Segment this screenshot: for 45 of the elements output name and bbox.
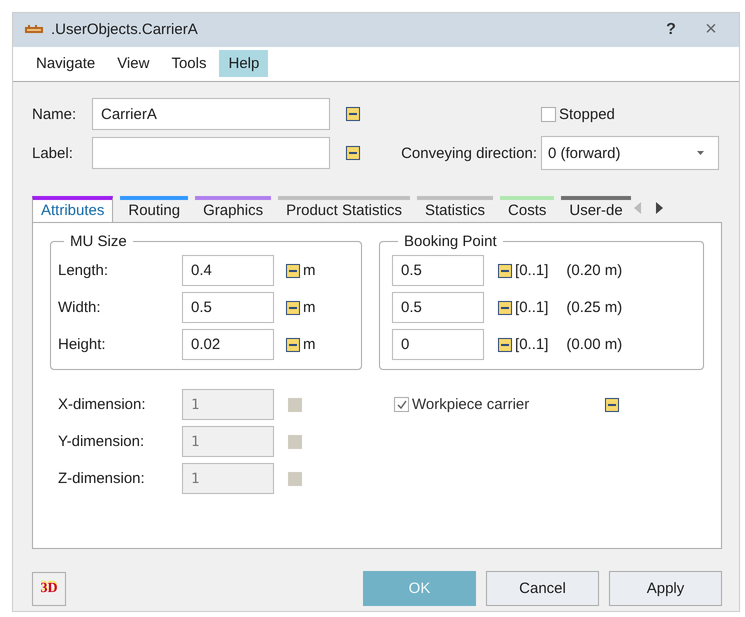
group-title: MU Size — [69, 233, 128, 250]
menu-item[interactable]: Navigate — [27, 50, 104, 78]
value-field[interactable]: 0.02 — [182, 329, 274, 360]
field-label: Length: — [58, 262, 110, 279]
reading-label: (0.20 m) — [566, 262, 622, 279]
field-label: X-dimension: — [58, 396, 147, 413]
close-button[interactable]: × — [691, 18, 731, 42]
window-title: .UserObjects.CarrierA — [51, 21, 198, 38]
range-label: [0..1] — [515, 262, 548, 279]
direction-dropdown[interactable]: 0 (forward) — [541, 136, 719, 170]
unit-label: m — [303, 262, 316, 279]
dialog-button[interactable]: Apply — [609, 571, 722, 606]
field-label: Y-dimension: — [58, 433, 146, 450]
range-label: [0..1] — [515, 299, 548, 316]
value-field[interactable]: 0.5 — [392, 255, 484, 286]
field-label: Height: — [58, 336, 107, 353]
checkmark-icon — [396, 398, 408, 410]
name-field[interactable]: CarrierA — [92, 98, 330, 130]
field-label: Name: — [32, 106, 78, 122]
value-field[interactable]: 0 — [392, 329, 484, 360]
caret-icon — [697, 151, 704, 155]
value-field[interactable]: 0.4 — [182, 255, 274, 286]
field-label: Label: — [32, 144, 74, 162]
value-field[interactable]: 0.5 — [392, 292, 484, 323]
carrier-icon — [25, 24, 43, 35]
range-label: [0..1] — [515, 336, 548, 353]
group-title: Booking Point — [403, 233, 498, 250]
3d-button[interactable]: 3D — [32, 572, 66, 606]
label-field[interactable] — [92, 137, 330, 169]
menu-item[interactable]: Help — [219, 50, 268, 78]
field-label: Width: — [58, 299, 102, 316]
menu-item[interactable]: View — [108, 50, 158, 78]
menu-item[interactable]: Tools — [162, 50, 216, 78]
stopped-checkbox[interactable]: Stopped — [541, 106, 719, 122]
unit-label: m — [303, 299, 316, 316]
reading-label: (0.25 m) — [566, 299, 622, 316]
unit-label: m — [303, 336, 316, 353]
field-label: Z-dimension: — [58, 470, 146, 487]
field-label: Conveying direction: — [401, 144, 538, 162]
scroll-right-icon[interactable] — [655, 202, 664, 214]
reading-label: (0.00 m) — [566, 336, 622, 353]
value-field[interactable]: 0.5 — [182, 292, 274, 323]
help-button[interactable]: ? — [651, 20, 691, 39]
dialog-button[interactable]: Cancel — [486, 571, 599, 606]
tab[interactable]: Attributes — [32, 196, 114, 223]
